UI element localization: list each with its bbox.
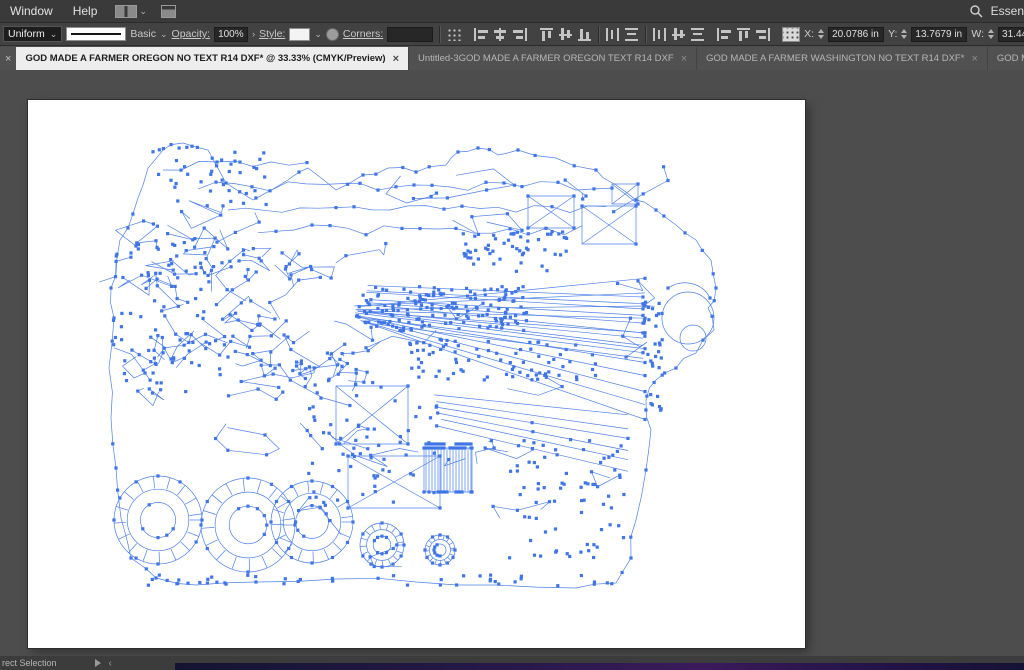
corners-label[interactable]: Corners: bbox=[343, 28, 383, 40]
tab-label: GOD MADE A FARMER WASHINGTON NO TEXT R14… bbox=[706, 53, 964, 64]
document-tab[interactable]: GOD MADE A FARMER WASHINGTON NO TEXT R14… bbox=[697, 47, 988, 70]
distribute-spacing-icon[interactable] bbox=[755, 28, 770, 41]
align-left-icon[interactable] bbox=[474, 28, 489, 41]
control-bar: Uniform ⌄ Basic ⌄ Opacity: 100% › Style:… bbox=[0, 22, 1024, 46]
align-to-artboard-icon[interactable] bbox=[782, 27, 800, 42]
illustrator-window: Window Help ⌄ Essen Uniform ⌄ Basic ⌄ Op… bbox=[0, 0, 1024, 670]
distribute-center-icon[interactable] bbox=[671, 28, 686, 41]
arrange-documents-icon[interactable] bbox=[115, 5, 137, 18]
style-swatch[interactable] bbox=[289, 28, 310, 41]
tab-label: GOD MADE A FARMER OREGON NO TEXT R14 DXF… bbox=[25, 53, 385, 64]
x-value[interactable]: 20.0786 in bbox=[828, 27, 884, 42]
y-value[interactable]: 13.7679 in bbox=[911, 27, 967, 42]
menu-bar: Window Help ⌄ Essen bbox=[0, 0, 1024, 22]
divider bbox=[645, 26, 646, 43]
document-tab[interactable]: GOD MADE A FARMER OREGON NO TEXT R14 DXF… bbox=[16, 47, 409, 70]
canvas-area[interactable] bbox=[0, 70, 1024, 656]
stroke-preview[interactable] bbox=[66, 27, 126, 41]
divider bbox=[439, 26, 440, 43]
close-icon[interactable]: × bbox=[681, 53, 687, 65]
close-icon[interactable]: × bbox=[971, 53, 977, 65]
brush-dropdown[interactable]: Basic ⌄ bbox=[130, 28, 167, 40]
y-stepper[interactable] bbox=[901, 29, 907, 39]
variable-width-value: Uniform bbox=[8, 28, 45, 40]
brush-value: Basic bbox=[130, 28, 156, 40]
align-right-icon[interactable] bbox=[512, 28, 527, 41]
workspace-switcher[interactable]: Essen bbox=[991, 4, 1024, 18]
search-icon[interactable] bbox=[969, 4, 983, 18]
distribute-vertical-icon[interactable] bbox=[624, 28, 639, 41]
chevron-right-icon[interactable]: › bbox=[252, 30, 255, 39]
chevron-down-icon: ⌄ bbox=[50, 30, 58, 39]
divider bbox=[598, 26, 599, 43]
w-label: W: bbox=[971, 28, 984, 40]
opacity-value[interactable]: 100% bbox=[214, 27, 248, 42]
corners-value[interactable] bbox=[387, 27, 433, 42]
w-stepper[interactable] bbox=[988, 29, 994, 39]
distribute-horizontal-icon[interactable] bbox=[605, 28, 620, 41]
variable-width-dropdown[interactable]: Uniform ⌄ bbox=[3, 26, 62, 42]
align-horizontal-center-icon[interactable] bbox=[493, 28, 508, 41]
tab-overflow-close-icon[interactable]: × bbox=[0, 47, 16, 70]
menu-window[interactable]: Window bbox=[0, 4, 63, 18]
w-value[interactable]: 31.4419 in bbox=[998, 27, 1024, 42]
x-stepper[interactable] bbox=[818, 29, 824, 39]
chevron-down-icon: ⌄ bbox=[160, 30, 168, 39]
recolor-artwork-icon[interactable] bbox=[326, 28, 339, 41]
align-bottom-icon[interactable] bbox=[577, 28, 592, 41]
tab-label: GOD MADE A FARMER WASHING bbox=[997, 53, 1024, 64]
taskbar-strip bbox=[175, 663, 1024, 670]
chevron-left-icon[interactable]: ‹ bbox=[109, 658, 112, 669]
document-tab-bar: × GOD MADE A FARMER OREGON NO TEXT R14 D… bbox=[0, 47, 1024, 70]
distribute-left-icon[interactable] bbox=[652, 28, 667, 41]
current-tool-label: rect Selection bbox=[0, 658, 57, 668]
document-tab[interactable]: Untitled-3GOD MADE A FARMER OREGON TEXT … bbox=[409, 47, 697, 70]
artboard[interactable] bbox=[28, 100, 805, 648]
vector-artwork[interactable] bbox=[108, 138, 748, 603]
distribute-spacing-h-icon[interactable] bbox=[717, 28, 732, 41]
tab-label: Untitled-3GOD MADE A FARMER OREGON TEXT … bbox=[418, 53, 674, 64]
style-label[interactable]: Style: bbox=[259, 28, 285, 40]
document-arrange-icon[interactable] bbox=[161, 5, 176, 18]
menubar-right-group: Essen bbox=[969, 4, 1024, 18]
chevron-down-icon: ⌄ bbox=[139, 7, 147, 16]
document-tab[interactable]: GOD MADE A FARMER WASHING bbox=[988, 47, 1024, 70]
distribute-right-icon[interactable] bbox=[690, 28, 705, 41]
align-top-icon[interactable] bbox=[539, 28, 554, 41]
artboard-grid-icon[interactable] bbox=[446, 27, 462, 41]
menu-help[interactable]: Help bbox=[63, 4, 108, 18]
chevron-down-icon: ⌄ bbox=[314, 30, 322, 39]
x-label: X: bbox=[804, 28, 814, 40]
play-arrow-icon[interactable] bbox=[95, 659, 101, 667]
opacity-label[interactable]: Opacity: bbox=[172, 28, 211, 40]
distribute-spacing-v-icon[interactable] bbox=[736, 28, 751, 41]
close-icon[interactable]: × bbox=[393, 53, 399, 65]
align-vertical-center-icon[interactable] bbox=[558, 28, 573, 41]
y-label: Y: bbox=[888, 28, 897, 40]
